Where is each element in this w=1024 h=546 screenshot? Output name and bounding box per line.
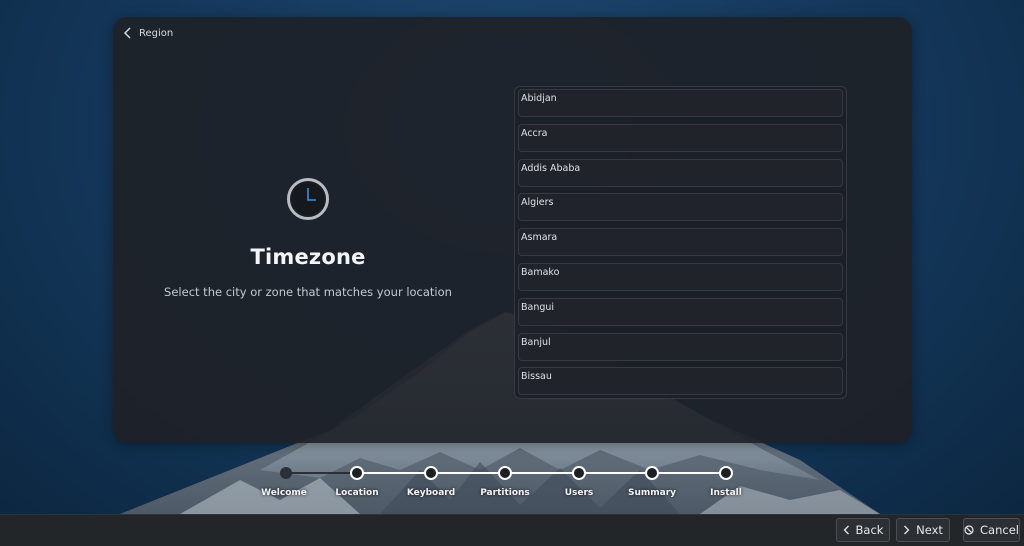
region-back-link[interactable]: Region: [123, 25, 173, 41]
progress-steps: Welcome Location Keyboard Partitions Use…: [250, 458, 770, 508]
next-button-label: Next: [916, 523, 943, 537]
step-marker-users: [572, 466, 586, 480]
step-label-partitions: Partitions: [480, 488, 530, 498]
step-marker-partitions: [498, 466, 512, 480]
main-card: Region Timezone Select the city or zone …: [113, 17, 912, 443]
step-marker-install: [719, 466, 733, 480]
timezone-intro: Timezone Select the city or zone that ma…: [153, 177, 463, 299]
city-item[interactable]: Bissau: [518, 367, 843, 396]
step-label-summary: Summary: [627, 488, 677, 498]
step-marker-welcome: [280, 467, 292, 479]
step-marker-keyboard: [424, 466, 438, 480]
city-item[interactable]: Bangui: [518, 297, 843, 326]
city-item[interactable]: Bamako: [518, 262, 843, 291]
step-label-welcome: Welcome: [261, 488, 307, 498]
chevron-left-icon: [843, 525, 850, 535]
city-item[interactable]: Algiers: [518, 193, 843, 222]
next-button[interactable]: Next: [896, 518, 950, 542]
city-item[interactable]: Addis Ababa: [518, 158, 843, 187]
cancel-icon: [964, 525, 974, 535]
clock-icon: [286, 177, 330, 225]
page-title: Timezone: [250, 245, 366, 269]
installer-window: Region Timezone Select the city or zone …: [0, 0, 1024, 546]
back-button-label: Back: [855, 523, 884, 537]
city-item[interactable]: Abidjan: [518, 89, 843, 117]
back-button[interactable]: Back: [836, 518, 890, 542]
city-list[interactable]: Abidjan Accra Addis Ababa Algiers Asmara…: [514, 86, 847, 399]
step-label-location: Location: [335, 488, 379, 498]
region-back-label: Region: [139, 27, 174, 39]
progress-track: [280, 466, 733, 480]
step-label-install: Install: [710, 488, 742, 498]
step-label-users: Users: [564, 488, 594, 498]
step-label-keyboard: Keyboard: [406, 488, 456, 498]
page-subtitle: Select the city or zone that matches you…: [164, 285, 452, 299]
city-item[interactable]: Accra: [518, 123, 843, 152]
step-marker-location: [350, 466, 364, 480]
step-marker-summary: [645, 466, 659, 480]
city-item[interactable]: Banjul: [518, 332, 843, 361]
chevron-right-icon: [903, 525, 910, 535]
chevron-left-icon: [123, 27, 133, 39]
city-item[interactable]: Asmara: [518, 228, 843, 257]
cancel-button-label: Cancel: [980, 523, 1019, 537]
bottom-bar: Back Next Cancel: [0, 514, 1024, 546]
cancel-button[interactable]: Cancel: [963, 518, 1020, 542]
